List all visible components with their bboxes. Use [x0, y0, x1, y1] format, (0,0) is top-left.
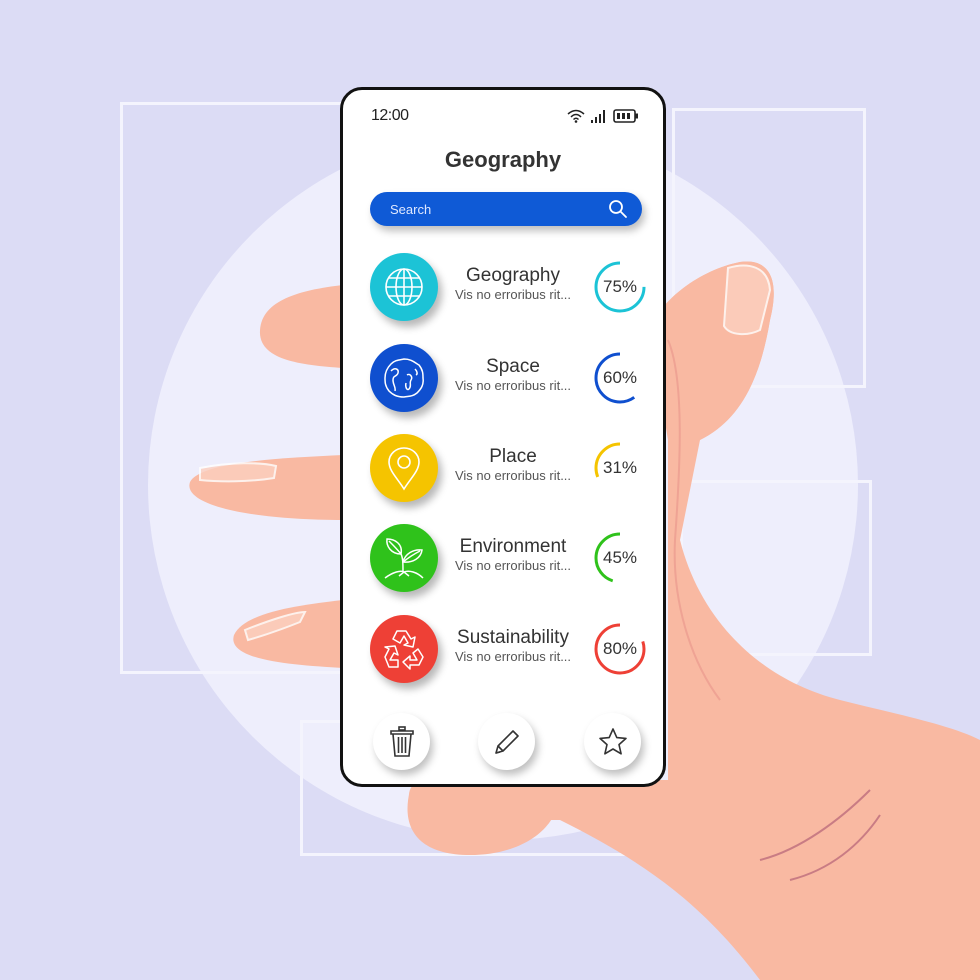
planet-icon [384, 358, 424, 398]
action-bar [343, 713, 663, 773]
progress-label: 80% [602, 639, 638, 658]
topic-badge [370, 344, 438, 412]
recycle-icon [384, 630, 424, 670]
list-item-environment[interactable]: Environment Vis no erroribus rit... 45% [343, 521, 663, 601]
star-icon [598, 727, 627, 755]
search-placeholder: Search [390, 201, 432, 217]
topic-badge [370, 434, 438, 502]
progress-label: 45% [602, 548, 638, 567]
topic-title: Space [486, 356, 540, 377]
globe-icon [385, 268, 423, 306]
topic-title: Sustainability [457, 627, 569, 648]
topic-badge [370, 615, 438, 683]
status-bar: 12:00 [371, 106, 639, 126]
topic-subtitle: Vis no erroribus rit... [454, 287, 572, 302]
search-input[interactable]: Search [370, 192, 642, 226]
progress-ring: 80% [592, 621, 648, 677]
topic-badge [370, 524, 438, 592]
delete-button[interactable] [373, 713, 430, 770]
topic-subtitle: Vis no erroribus rit... [454, 558, 572, 573]
phone-screen: 12:00 Geography Search Geography Vis no … [340, 87, 666, 787]
trash-icon [389, 725, 414, 757]
progress-ring: 31% [592, 440, 648, 496]
progress-label: 31% [602, 458, 638, 477]
list-item-geography[interactable]: Geography Vis no erroribus rit... 75% [343, 250, 663, 330]
map-pin-icon [388, 447, 420, 491]
topic-title: Place [489, 446, 537, 467]
wifi-icon [567, 109, 585, 123]
topic-badge [370, 253, 438, 321]
sprout-icon [384, 538, 424, 579]
progress-ring: 45% [592, 530, 648, 586]
list-item-space[interactable]: Space Vis no erroribus rit... 60% [343, 341, 663, 421]
topic-title: Geography [465, 265, 560, 286]
signal-icon [591, 110, 605, 123]
progress-ring: 75% [592, 259, 648, 315]
battery-icon [613, 109, 638, 123]
edit-button[interactable] [478, 713, 535, 770]
topic-title: Environment [459, 536, 567, 557]
page-title: Geography [444, 147, 562, 172]
status-time: 12:00 [371, 107, 409, 124]
progress-label: 60% [602, 368, 638, 387]
topic-subtitle: Vis no erroribus rit... [454, 468, 572, 483]
search-icon[interactable] [608, 199, 628, 219]
list-item-place[interactable]: Place Vis no erroribus rit... 31% [343, 431, 663, 511]
list-item-sustainability[interactable]: Sustainability Vis no erroribus rit... 8… [343, 612, 663, 692]
pencil-icon [494, 729, 519, 754]
topic-subtitle: Vis no erroribus rit... [454, 649, 572, 664]
topic-subtitle: Vis no erroribus rit... [454, 378, 572, 393]
favorite-button[interactable] [584, 713, 641, 770]
progress-label: 75% [602, 277, 638, 296]
progress-ring: 60% [592, 350, 648, 406]
